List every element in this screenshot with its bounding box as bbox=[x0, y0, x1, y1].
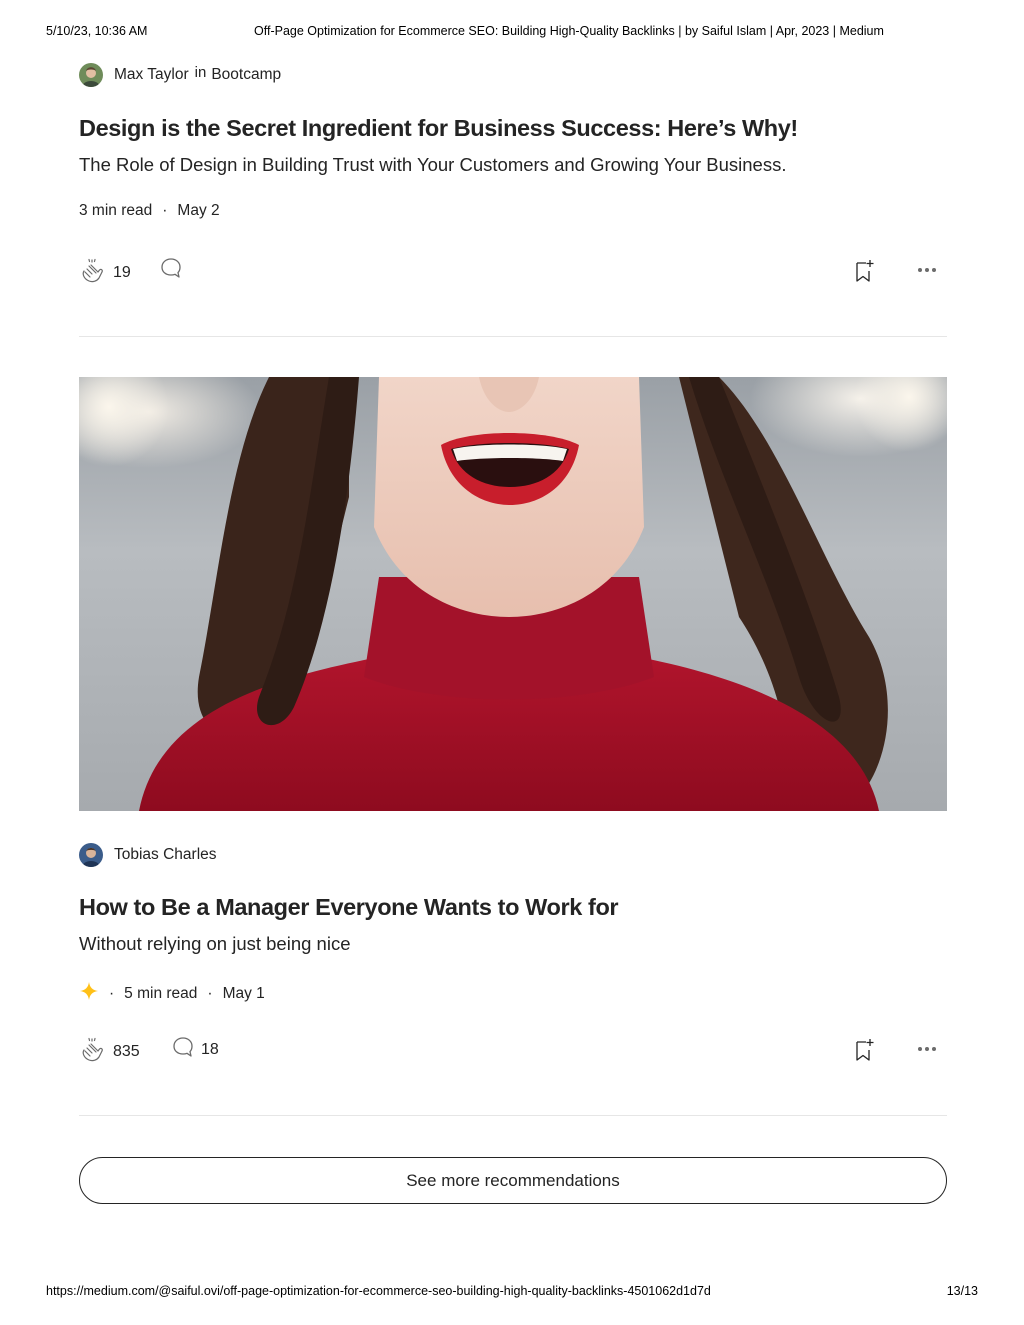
article-card: Max Taylor in Bootcamp Design is the Sec… bbox=[79, 62, 947, 292]
meta-separator: · bbox=[109, 984, 115, 1002]
article-subtitle[interactable]: The Role of Design in Building Trust wit… bbox=[79, 154, 787, 176]
responses-button[interactable]: 18 bbox=[171, 1035, 219, 1064]
meta-separator: · bbox=[207, 984, 213, 1002]
article-subtitle[interactable]: Without relying on just being nice bbox=[79, 933, 350, 955]
clap-icon bbox=[79, 1035, 113, 1068]
clap-count: 19 bbox=[113, 263, 131, 281]
article-cover-image[interactable] bbox=[79, 377, 947, 811]
publish-date: May 1 bbox=[222, 984, 265, 1002]
divider bbox=[79, 1115, 947, 1116]
author-name[interactable]: Max Taylor bbox=[114, 66, 189, 84]
article-actions: 19 bbox=[79, 256, 947, 286]
print-page-number: 13/13 bbox=[946, 1284, 978, 1298]
clap-button[interactable]: 19 bbox=[79, 256, 131, 289]
divider bbox=[79, 336, 947, 337]
more-options-icon[interactable] bbox=[915, 258, 939, 287]
article-title[interactable]: Design is the Secret Ingredient for Busi… bbox=[79, 115, 798, 142]
bookmark-icon[interactable] bbox=[852, 1037, 876, 1068]
article-card: Tobias Charles How to Be a Manager Every… bbox=[79, 842, 947, 1072]
print-header: 5/10/23, 10:36 AM Off-Page Optimization … bbox=[46, 24, 978, 40]
more-options-icon[interactable] bbox=[915, 1037, 939, 1066]
in-label: in bbox=[194, 63, 207, 81]
article-meta: 3 min read · May 2 bbox=[79, 202, 220, 220]
bookmark-icon[interactable] bbox=[852, 258, 876, 289]
publication-name[interactable]: Bootcamp bbox=[211, 66, 281, 84]
see-more-recommendations-button[interactable]: See more recommendations bbox=[79, 1157, 947, 1204]
print-date: 5/10/23, 10:36 AM bbox=[46, 24, 148, 38]
clap-button[interactable]: 835 bbox=[79, 1035, 140, 1068]
comment-icon bbox=[171, 1035, 201, 1064]
author-name[interactable]: Tobias Charles bbox=[114, 846, 217, 864]
comment-icon bbox=[159, 256, 189, 285]
read-time: 5 min read bbox=[124, 984, 198, 1002]
article-actions: 835 18 bbox=[79, 1035, 947, 1065]
author-row: Max Taylor in Bootcamp bbox=[79, 62, 281, 88]
print-url: https://medium.com/@saiful.ovi/off-page-… bbox=[46, 1284, 711, 1298]
clap-count: 835 bbox=[113, 1042, 140, 1060]
author-row: Tobias Charles bbox=[79, 842, 217, 868]
response-count: 18 bbox=[201, 1040, 219, 1058]
author-avatar[interactable] bbox=[79, 843, 103, 867]
author-avatar[interactable] bbox=[79, 63, 103, 87]
publish-date: May 2 bbox=[177, 202, 220, 219]
read-time: 3 min read bbox=[79, 202, 153, 219]
meta-separator: · bbox=[162, 202, 168, 219]
responses-button[interactable] bbox=[159, 256, 189, 285]
article-meta: · 5 min read · May 1 bbox=[79, 981, 265, 1006]
print-footer: https://medium.com/@saiful.ovi/off-page-… bbox=[46, 1284, 978, 1300]
article-title[interactable]: How to Be a Manager Everyone Wants to Wo… bbox=[79, 894, 619, 921]
clap-icon bbox=[79, 256, 113, 289]
print-document-title: Off-Page Optimization for Ecommerce SEO:… bbox=[254, 24, 884, 38]
sparkle-icon bbox=[79, 981, 99, 1006]
